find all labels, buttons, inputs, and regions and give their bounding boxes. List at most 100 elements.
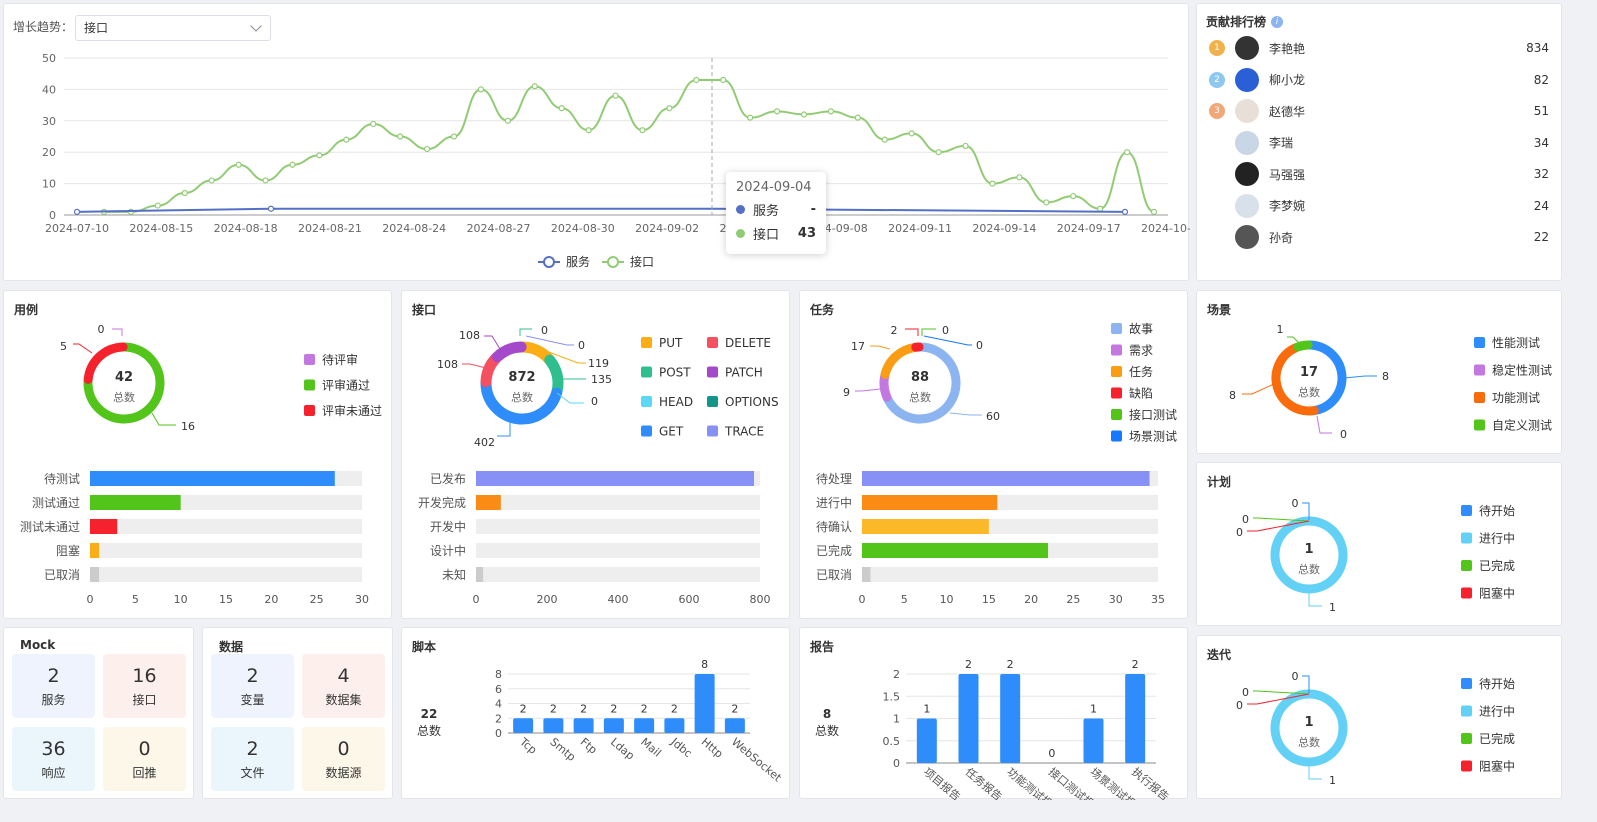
ranking-score: 51	[1533, 104, 1549, 118]
stat-card[interactable]: 0 数据源	[302, 727, 385, 791]
bar-fill	[90, 519, 118, 534]
api-point	[908, 130, 915, 137]
x-tick-label: 2024-09-02	[635, 222, 699, 235]
label-line	[112, 328, 123, 336]
info-icon[interactable]: i	[1271, 15, 1284, 28]
api-point	[881, 136, 888, 143]
label-line	[1242, 383, 1275, 395]
ranking-row[interactable]: 马强强 32	[1209, 160, 1549, 188]
cases-panel: 用例 42 总数 5 0 16 待评审 评审通过 评审未通过 待测试 测试通过 测试未通过 阻塞 已取消…	[3, 290, 392, 619]
legend-swatch	[1474, 364, 1485, 376]
x-tick-label: 2024-07-10	[45, 222, 109, 235]
api-point	[477, 86, 485, 93]
api-point	[504, 117, 511, 124]
ranking-name: 柳小龙	[1269, 73, 1306, 87]
legend-swatch	[641, 337, 652, 348]
legend-label: PUT	[659, 336, 683, 350]
reports-panel: 报告 8 总数 0 0.5 1 1.5 2 1 项目报告 2 任务报告 2 功能测试报告 0 接口测试报告 1…	[799, 627, 1188, 800]
slice-label: 108	[437, 358, 458, 371]
bar-track	[862, 567, 1158, 582]
bar	[694, 674, 715, 733]
legend-label: 评审通过	[322, 378, 370, 393]
legend-label: 阻塞中	[1479, 586, 1515, 601]
avatar	[1235, 99, 1259, 123]
bar-track	[90, 543, 362, 558]
label-line	[923, 335, 972, 346]
x-tick-label: 2024-09-17	[1057, 222, 1121, 235]
legend-swatch	[1111, 387, 1122, 399]
bar-track	[476, 543, 760, 558]
service-point	[267, 205, 275, 212]
bar-value-label: 1	[923, 703, 930, 716]
api-point	[531, 83, 538, 90]
ranking-row[interactable]: 孙奇 22	[1209, 223, 1549, 251]
stat-card[interactable]: 16 接口	[103, 654, 186, 718]
bar-fill	[476, 471, 754, 486]
scenes-chart: 17 总数 1 8 8 0 性能测试稳定性测试功能测试自定义测试	[1229, 323, 1552, 441]
legend-label: POST	[659, 366, 691, 380]
legend-swatch	[707, 366, 718, 378]
api-point	[289, 161, 296, 168]
stat-card[interactable]: 2 文件	[211, 727, 294, 791]
legend-label: 稳定性测试	[1492, 363, 1552, 378]
legend-swatch	[1461, 560, 1472, 571]
slice-label: 135	[591, 373, 612, 386]
stat-card[interactable]: 4 数据集	[302, 654, 385, 718]
ranking-score: 24	[1533, 198, 1549, 213]
legend-swatch	[707, 337, 718, 348]
legend-label: 功能测试	[1492, 390, 1540, 405]
x-tick-label: 2024-09-14	[972, 222, 1036, 235]
y-tick-label: 2	[495, 712, 502, 725]
y-tick-label: 0	[893, 757, 900, 770]
x-category-label: 项目报告	[921, 765, 964, 800]
stat-card[interactable]: 0 回推	[103, 727, 186, 791]
x-category-label: Smtp	[547, 735, 578, 764]
stat-card[interactable]: 2 服务	[12, 654, 95, 718]
x-category-label: Jdbc	[668, 735, 695, 761]
x-category-label: Http	[699, 735, 726, 760]
apis-panel: 接口 872 总数 0 0 119 135 0 402 108 108 PUT POST HEAD GET…	[401, 290, 790, 619]
service-point	[1121, 208, 1129, 215]
x-tick-label: 10	[940, 593, 954, 606]
legend-label: 自定义测试	[1492, 418, 1552, 433]
legend-swatch	[641, 396, 652, 407]
x-tick-label: 600	[679, 593, 700, 606]
sprints-chart: 1总数0001待开始进行中已完成阻塞中	[1236, 670, 1515, 787]
ranking-row[interactable]: 1 李艳艳 834	[1209, 34, 1549, 62]
bar-fill	[862, 471, 1150, 486]
ranking-score: 82	[1533, 72, 1549, 87]
ranking-row[interactable]: 3 赵德华 51	[1209, 97, 1549, 125]
legend-swatch	[1111, 344, 1122, 356]
legend-label: 场景测试	[1129, 429, 1177, 444]
legend-swatch	[1461, 733, 1472, 744]
y-tick-label: 40	[42, 83, 56, 96]
x-tick-label: 2024-08-27	[467, 222, 531, 235]
stat-card[interactable]: 36 响应	[12, 727, 95, 791]
stat-label: 变量	[240, 693, 265, 707]
donut-slice	[879, 371, 892, 402]
donut-total-label: 总数	[511, 390, 533, 404]
legend-label: 已完成	[1479, 558, 1515, 573]
stat-card[interactable]: 2 变量	[211, 654, 294, 718]
legend-service-label: 服务	[566, 254, 590, 269]
ranking-score: 22	[1533, 230, 1549, 244]
bar-category-label: 测试通过	[32, 495, 80, 510]
bar-value-label: 8	[701, 658, 708, 671]
ranking-row[interactable]: 李瑞 34	[1209, 129, 1549, 157]
ranking-row[interactable]: 李梦婉 24	[1209, 192, 1549, 220]
slice-label: 8	[1382, 370, 1389, 383]
bar	[603, 718, 624, 733]
label-line	[949, 412, 982, 416]
donut-slice	[880, 343, 919, 379]
x-tick-label: 2024-08-15	[129, 222, 193, 235]
bar	[634, 718, 655, 733]
api-point	[343, 136, 350, 143]
bar-track	[90, 519, 362, 534]
ranking-row[interactable]: 2 柳小龙 82	[1209, 66, 1549, 94]
legend-swatch	[1111, 366, 1122, 377]
x-category-label: WebSocket	[729, 735, 784, 784]
x-category-label: Mail	[638, 735, 663, 759]
slice-label: 2	[891, 324, 898, 337]
ranking-name: 李瑞	[1269, 136, 1294, 150]
api-point	[720, 76, 727, 84]
